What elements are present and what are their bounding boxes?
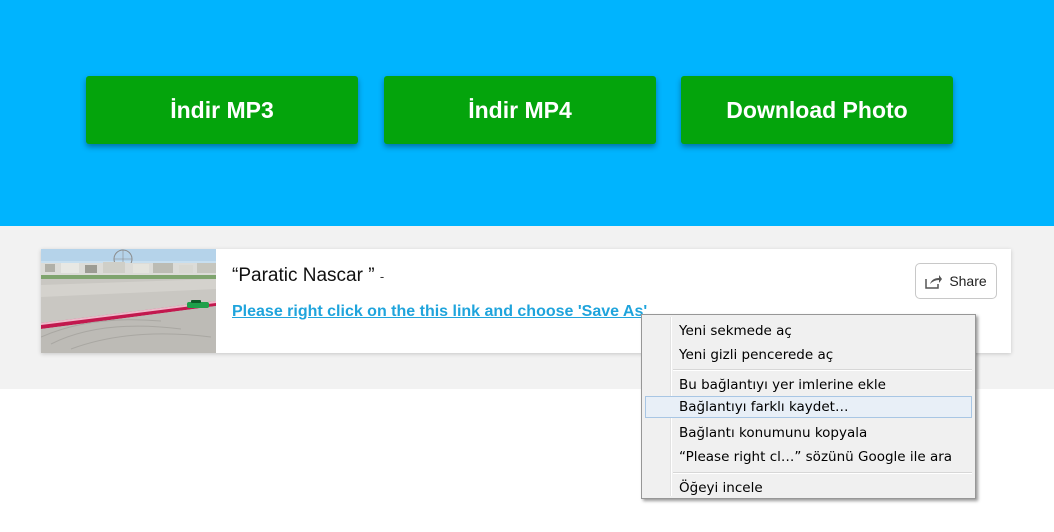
save-as-link[interactable]: Please right click on the this link and …	[232, 303, 647, 321]
menu-item-bookmark-link[interactable]: Bu bağlantıyı yer imlerine ekle	[645, 374, 972, 396]
download-mp4-button[interactable]: İndir MP4	[384, 76, 656, 144]
download-mp3-button[interactable]: İndir MP3	[86, 76, 358, 144]
result-title-text: “Paratic Nascar ”	[232, 265, 375, 286]
menu-item-search-google[interactable]: “Please right cl…” sözünü Google ile ara	[645, 446, 972, 468]
download-header: İndir MP3 İndir MP4 Download Photo	[0, 0, 1054, 226]
race-track-image	[41, 249, 216, 353]
menu-item-open-private-window[interactable]: Yeni gizli pencerede aç	[645, 344, 972, 366]
menu-separator	[673, 369, 972, 371]
share-button[interactable]: Share	[915, 263, 997, 299]
menu-separator	[673, 472, 972, 474]
menu-item-save-link-as[interactable]: Bağlantıyı farklı kaydet…	[645, 396, 972, 418]
menu-item-open-new-tab[interactable]: Yeni sekmede aç	[645, 320, 972, 342]
result-title: “Paratic Nascar ” -	[232, 265, 384, 287]
result-title-suffix: -	[379, 269, 385, 284]
share-icon	[925, 274, 943, 289]
share-label: Share	[949, 273, 987, 289]
menu-item-copy-link-location[interactable]: Bağlantı konumunu kopyala	[645, 422, 972, 444]
context-menu: Yeni sekmede aç Yeni gizli pencerede aç …	[641, 314, 976, 499]
menu-item-inspect-element[interactable]: Öğeyi incele	[645, 477, 972, 499]
download-photo-button[interactable]: Download Photo	[681, 76, 953, 144]
video-thumbnail[interactable]	[41, 249, 216, 353]
